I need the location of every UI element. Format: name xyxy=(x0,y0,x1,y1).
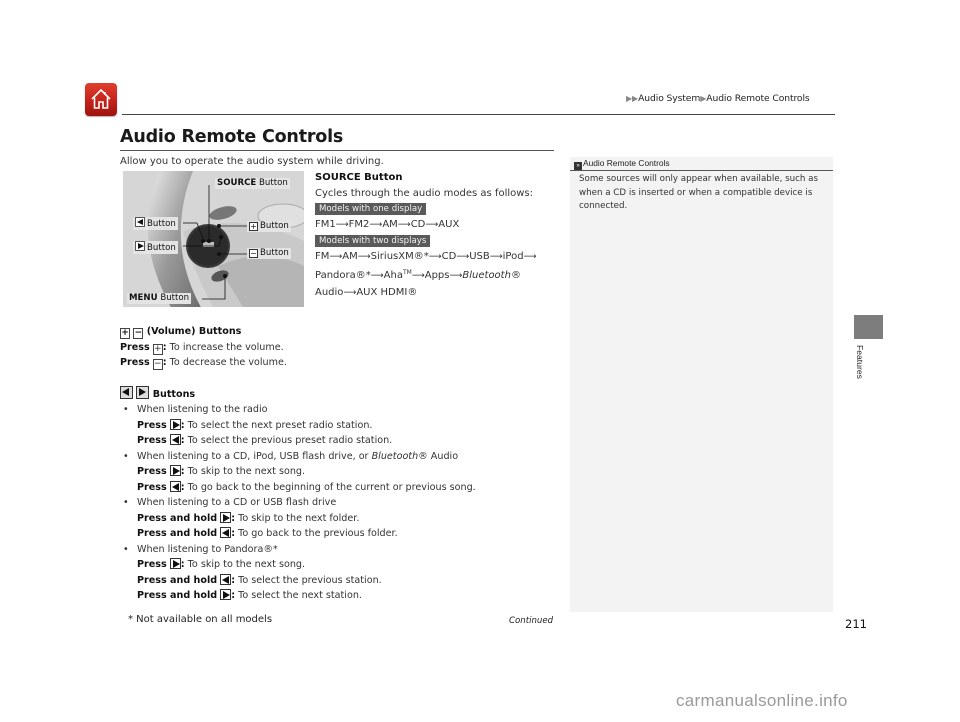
side-note-divider xyxy=(570,170,833,171)
source-description: Cycles through the audio modes as follow… xyxy=(315,187,534,199)
source-section: SOURCE Button Cycles through the audio m… xyxy=(315,170,555,301)
triangle-left-icon xyxy=(220,527,232,538)
source-heading: SOURCE Button xyxy=(315,172,403,183)
list-item: Press : To select the previous preset ra… xyxy=(137,434,393,446)
triangle-right-icon xyxy=(169,465,181,476)
volume-heading: + − (Volume) Buttons xyxy=(120,326,242,339)
minus-icon: − xyxy=(152,359,163,370)
list-item: When listening to a CD, iPod, USB flash … xyxy=(120,449,560,465)
triangle-right-icon xyxy=(135,241,145,251)
page-title: Audio Remote Controls xyxy=(120,127,344,147)
plus-icon: + xyxy=(120,328,130,339)
side-note-panel: » Audio Remote Controls Some sources will… xyxy=(570,157,833,612)
triangle-left-icon xyxy=(220,573,232,585)
continued-label: Continued xyxy=(509,616,554,626)
page-number: 211 xyxy=(845,617,867,631)
badge-one-display: Models with one display xyxy=(315,203,427,215)
home-icon xyxy=(91,88,111,109)
list-item: When listening to Pandora®* xyxy=(120,542,560,558)
list-item: Press : To go back to the beginning of t… xyxy=(137,480,476,493)
triangle-right-icon xyxy=(136,385,150,399)
list-item: When listening to the radio xyxy=(120,402,560,418)
volume-minus-line: Press −: To decrease the volume. xyxy=(120,357,287,370)
title-divider xyxy=(120,150,554,151)
plus-icon: + xyxy=(152,343,163,355)
menu-button-label: MENU Button xyxy=(127,293,192,304)
plus-button-label: + Button xyxy=(247,221,291,232)
left-button-label: Button xyxy=(133,217,178,230)
triangle-left-icon xyxy=(169,434,181,445)
badge-two-displays: Models with two displays xyxy=(315,235,431,247)
triangle-right-icon xyxy=(169,558,181,569)
home-button[interactable] xyxy=(85,83,117,116)
list-item: Press : To skip to the next song. xyxy=(137,465,306,477)
controls-instructions: + − (Volume) Buttons Press +: To increas… xyxy=(120,324,560,604)
plus-icon: + xyxy=(249,222,258,231)
list-item: Press : To select the next preset radio … xyxy=(137,418,373,431)
watermark: carmanualsonline.info xyxy=(676,691,848,710)
side-note-text: Some sources will only appear when avail… xyxy=(579,174,819,211)
triangle-left-icon xyxy=(135,217,145,227)
breadcrumb-item[interactable]: Audio Remote Controls xyxy=(706,93,809,104)
list-item: Press and hold : To go back to the previ… xyxy=(137,527,398,539)
triangle-left-icon xyxy=(169,480,181,492)
list-item: Press and hold : To select the next stat… xyxy=(137,589,362,601)
minus-icon: − xyxy=(133,328,144,339)
footnote: * Not available on all models xyxy=(128,614,273,625)
list-item: When listening to a CD or USB flash driv… xyxy=(120,495,560,511)
callout-lines xyxy=(183,185,247,300)
triangle-left-icon xyxy=(120,385,133,399)
triangle-right-icon xyxy=(220,511,232,523)
triangle-right-icon: ▶▶ xyxy=(626,94,639,103)
volume-plus-line: Press +: To increase the volume. xyxy=(120,341,284,355)
list-item: Press : To skip to the next song. xyxy=(137,558,306,570)
breadcrumb: ▶▶Audio System▶Audio Remote Controls xyxy=(626,93,810,104)
source-button-label: SOURCE Button xyxy=(215,178,290,189)
sequence-one-display: FM1⟶FM2⟶AM⟶CD⟶AUX xyxy=(315,218,460,230)
list-item: Press and hold : To select the previous … xyxy=(137,573,382,586)
skip-heading: Buttons xyxy=(120,385,560,403)
breadcrumb-item[interactable]: Audio System xyxy=(638,93,700,104)
section-tab-label: Features xyxy=(855,345,865,379)
side-note-heading: » Audio Remote Controls xyxy=(574,158,670,170)
header-divider xyxy=(122,114,835,115)
right-button-label: Button xyxy=(133,241,178,254)
list-item: Press and hold : To skip to the next fol… xyxy=(137,511,360,524)
triangle-right-icon xyxy=(169,418,181,430)
minus-button-label: − Button xyxy=(247,248,291,259)
intro-text: Allow you to operate the audio system wh… xyxy=(120,156,384,167)
section-tab-marker[interactable] xyxy=(854,315,883,339)
note-icon: » xyxy=(574,162,582,170)
steering-wheel-figure: SOURCE Button Button Button + Button − But… xyxy=(123,171,304,307)
minus-icon: − xyxy=(249,249,258,258)
triangle-right-icon xyxy=(220,589,232,600)
sequence-two-displays: FM⟶AM⟶SiriusXM®*⟶CD⟶USB⟶iPod⟶ Pandora®*⟶… xyxy=(315,250,537,298)
